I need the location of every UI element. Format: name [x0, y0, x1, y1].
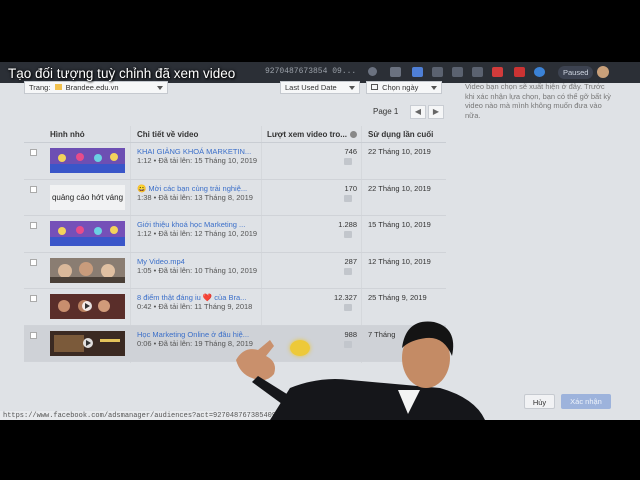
extension-icon[interactable] [432, 67, 443, 77]
video-caption: Tạo đối tượng tuỳ chỉnh đã xem video [8, 66, 236, 81]
page-select-label: Trang: [29, 83, 51, 92]
video-meta: 1:12 • Đã tải lên: 12 Tháng 10, 2019 [137, 229, 258, 238]
table-row[interactable]: My Video.mp4 1:05 • Đã tải lên: 10 Tháng… [24, 253, 446, 289]
filter-row: Trang: Brandee.edu.vn Last Used Date Chọ… [24, 81, 444, 97]
row-checkbox[interactable] [30, 331, 37, 339]
paused-badge[interactable]: Paused [558, 66, 594, 79]
video-meta: 1:38 • Đã tải lên: 13 Tháng 8, 2019 [137, 192, 253, 202]
video-thumbnail [50, 148, 125, 173]
chart-icon[interactable] [344, 267, 352, 275]
video-title-link[interactable]: KHAI GIẢNG KHOÁ MARKETIN... [137, 147, 251, 156]
video-last-used: 15 Tháng 10, 2019 [368, 220, 431, 229]
info-icon[interactable] [350, 131, 357, 138]
sort-select[interactable]: Last Used Date [280, 81, 360, 94]
confirm-button[interactable]: Xác nhận [561, 394, 611, 409]
date-select[interactable]: Chọn ngày [366, 81, 442, 94]
header-thumbnail: Hình nhỏ [50, 130, 85, 139]
chart-icon[interactable] [344, 304, 352, 311]
avatar[interactable] [597, 66, 609, 78]
chart-icon[interactable] [344, 194, 352, 202]
date-select-value: Chọn ngày [382, 83, 419, 92]
video-views: 287 [344, 256, 357, 266]
video-views: 746 [344, 147, 357, 156]
address-bar-url[interactable]: 9270487673854 09... [265, 67, 356, 76]
video-last-used: 22 Tháng 10, 2019 [368, 147, 431, 156]
extension-icon[interactable] [472, 67, 483, 77]
sort-select-value: Last Used Date [285, 83, 337, 92]
extension-icon[interactable] [452, 67, 463, 77]
video-title-link[interactable]: 😀 Mời các bạn cùng trải nghiệ... [137, 184, 247, 193]
search-icon[interactable] [368, 67, 377, 76]
star-icon[interactable] [390, 67, 401, 77]
row-checkbox[interactable] [30, 295, 37, 302]
extension-icon[interactable] [412, 67, 423, 77]
row-checkbox[interactable] [30, 149, 37, 156]
chevron-down-icon [431, 86, 437, 90]
extension-icon[interactable] [492, 67, 503, 77]
page-select[interactable]: Trang: Brandee.edu.vn [24, 81, 168, 94]
table-row[interactable]: quảng cáo hớt váng 😀 Mời các bạn cùng tr… [24, 180, 446, 216]
video-thumbnail [50, 257, 125, 283]
chart-icon[interactable] [344, 158, 352, 165]
row-checkbox[interactable] [30, 258, 37, 266]
video-views: 12.327 [334, 293, 357, 302]
header-views: Lượt xem video tro... [267, 130, 347, 139]
prev-page-button[interactable]: ◀ [410, 105, 426, 119]
page-select-value: Brandee.edu.vn [65, 83, 119, 92]
table-row[interactable]: Giới thiệu khoá học Marketing ... 1:12 •… [24, 216, 446, 253]
selection-hint: Video bạn chọn sẽ xuất hiện ở đây. Trước… [465, 82, 611, 120]
extension-icon[interactable] [514, 67, 525, 77]
video-meta: 1:12 • Đã tải lên: 15 Tháng 10, 2019 [137, 156, 258, 165]
row-checkbox[interactable] [30, 222, 37, 229]
video-views: 1.288 [338, 220, 357, 229]
chevron-down-icon [349, 86, 355, 90]
video-meta: 0:42 • Đã tải lên: 11 Tháng 9, 2018 [137, 302, 253, 311]
page-indicator: Page 1 [373, 107, 399, 116]
video-views: 170 [344, 183, 357, 193]
chart-icon[interactable] [344, 231, 352, 238]
chevron-down-icon [157, 86, 163, 90]
presenter-figure [236, 321, 485, 420]
video-thumbnail [50, 221, 125, 246]
video-thumbnail: quảng cáo hớt váng [50, 184, 125, 210]
table-header: Hình nhỏ Chi tiết về video Lượt xem vide… [24, 126, 446, 143]
extension-icon[interactable] [534, 67, 545, 77]
video-last-used: 22 Tháng 10, 2019 [368, 183, 431, 193]
next-page-button[interactable]: ▶ [428, 105, 444, 119]
cancel-button[interactable]: Hủy [524, 394, 555, 409]
row-checkbox[interactable] [30, 185, 37, 193]
video-last-used: 25 Tháng 9, 2019 [368, 293, 427, 302]
video-thumbnail [50, 330, 125, 356]
video-title-link[interactable]: My Video.mp4 [137, 257, 185, 266]
header-details: Chi tiết về video [137, 130, 199, 139]
video-title-link[interactable]: Giới thiệu khoá học Marketing ... [137, 220, 245, 229]
video-thumbnail [50, 294, 125, 319]
page-icon [54, 84, 62, 90]
video-last-used: 12 Tháng 10, 2019 [368, 256, 431, 266]
header-last-used: Sử dụng lần cuối [368, 130, 434, 139]
calendar-icon [371, 84, 378, 90]
video-title-link[interactable]: 8 điểm thật đáng iu ❤️ của Bra... [137, 293, 246, 302]
table-row[interactable]: KHAI GIẢNG KHOÁ MARKETIN... 1:12 • Đã tả… [24, 143, 446, 180]
video-meta: 1:05 • Đã tải lên: 10 Tháng 10, 2019 [137, 265, 258, 275]
